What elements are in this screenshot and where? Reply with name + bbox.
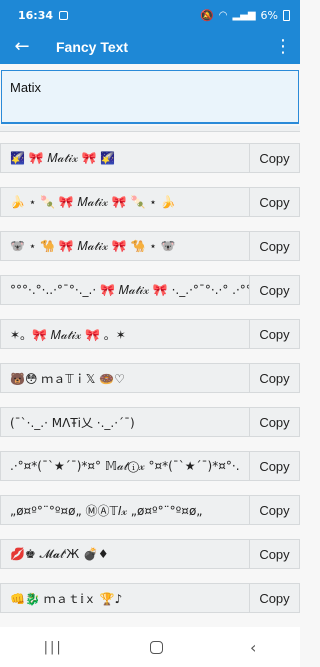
list-item: ✶。🎀 𝑀𝒶𝓉𝒾𝓍 🎀 。✶ Copy xyxy=(0,319,300,349)
list-item: (¯`·._.· MΛŦi乂 ·._.·´¯) Copy xyxy=(0,407,300,437)
list-item: 💋♚ 𝓜𝓪𝓉ⁱЖ 💣♦ Copy xyxy=(0,539,300,569)
copy-button[interactable]: Copy xyxy=(249,363,300,393)
list-item: 🌠 🎀 𝑀𝒶𝓉𝒾𝓍 🎀 🌠 Copy xyxy=(0,143,300,173)
text-input[interactable]: Matix xyxy=(1,70,299,124)
wifi-icon: ◠ xyxy=(218,9,228,21)
navigation-bar: ||| ‹ xyxy=(0,627,300,667)
page-title: Fancy Text xyxy=(56,39,129,55)
copy-button[interactable]: Copy xyxy=(249,319,300,349)
fancy-text-value: 💋♚ 𝓜𝓪𝓉ⁱЖ 💣♦ xyxy=(0,539,249,569)
more-vert-icon[interactable]: ⋮ xyxy=(266,30,300,64)
status-bar: 16:34 🔕 ◠ ▂▄▆ 6% xyxy=(0,0,300,30)
fancy-text-value: ✶。🎀 𝑀𝒶𝓉𝒾𝓍 🎀 。✶ xyxy=(0,319,249,349)
status-icons: 🔕 ◠ ▂▄▆ 6% xyxy=(200,9,290,22)
home-icon[interactable] xyxy=(149,640,163,654)
mute-icon: 🔕 xyxy=(200,8,214,22)
fancy-text-value: °°°·.°·..·°¯°·._.· 🎀 𝑀𝒶𝓉𝒾𝓍 🎀 ·._.·°¯°·.·… xyxy=(0,275,249,305)
status-time: 16:34 xyxy=(18,8,54,22)
fancy-text-value: (¯`·._.· MΛŦi乂 ·._.·´¯) xyxy=(0,407,249,437)
fancy-text-value: 👊🐉 ｍａｔ𝕚ｘ 🏆♪ xyxy=(0,583,249,613)
fancy-text-value: 🐨 ⋆ 🐪 🎀 𝑀𝒶𝓉𝒾𝓍 🎀 🐪 ⋆ 🐨 xyxy=(0,231,249,261)
copy-button[interactable]: Copy xyxy=(249,275,300,305)
list-item: 🐨 ⋆ 🐪 🎀 𝑀𝒶𝓉𝒾𝓍 🎀 🐪 ⋆ 🐨 Copy xyxy=(0,231,300,261)
battery-text: 6% xyxy=(260,8,278,22)
signal-icon: ▂▄▆ xyxy=(232,9,256,21)
list-item: „ø¤º°¨°º¤ø„ ⓂⒶ𝕋𝐼𝓍 „ø¤º°¨°º¤ø„ Copy xyxy=(0,495,300,525)
copy-button[interactable]: Copy xyxy=(249,143,300,173)
list-item: 👊🐉 ｍａｔ𝕚ｘ 🏆♪ Copy xyxy=(0,583,300,613)
fancy-text-value: 🐻😳 ｍａ𝕋ｉ𝕏 🍩♡ xyxy=(0,363,249,393)
copy-button[interactable]: Copy xyxy=(249,583,300,613)
app-bar: ← Fancy Text ⋮ xyxy=(0,30,300,64)
arrow-left-icon[interactable]: ← xyxy=(0,30,44,64)
list-item: °°°·.°·..·°¯°·._.· 🎀 𝑀𝒶𝓉𝒾𝓍 🎀 ·._.·°¯°·.·… xyxy=(0,275,300,305)
fancy-text-value: 🌠 🎀 𝑀𝒶𝓉𝒾𝓍 🎀 🌠 xyxy=(0,143,249,173)
copy-button[interactable]: Copy xyxy=(249,407,300,437)
recents-icon[interactable]: ||| xyxy=(44,640,63,655)
list-item: 🐻😳 ｍａ𝕋ｉ𝕏 🍩♡ Copy xyxy=(0,363,300,393)
list-item: .·°¤*(¯`★´¯)*¤° 𝕄𝒶𝓉ⓘ𝓍 °¤*(¯`★´¯)*¤°·. Cop… xyxy=(0,451,300,481)
copy-button[interactable]: Copy xyxy=(249,495,300,525)
copy-button[interactable]: Copy xyxy=(249,231,300,261)
copy-button[interactable]: Copy xyxy=(249,187,300,217)
gallery-icon xyxy=(59,10,69,20)
nav-back-icon[interactable]: ‹ xyxy=(250,638,256,657)
fancy-text-value: 🍌 ⋆ 🍡 🎀 𝑀𝒶𝓉𝒾𝓍 🎀 🍡 ⋆ 🍌 xyxy=(0,187,249,217)
fancy-text-list: 🌠 🎀 𝑀𝒶𝓉𝒾𝓍 🎀 🌠 Copy 🍌 ⋆ 🍡 🎀 𝑀𝒶𝓉𝒾𝓍 🎀 🍡 ⋆ 🍌 Co… xyxy=(0,130,300,627)
battery-icon xyxy=(283,9,290,21)
copy-button[interactable]: Copy xyxy=(249,451,300,481)
copy-button[interactable]: Copy xyxy=(249,539,300,569)
list-item: 🍌 ⋆ 🍡 🎀 𝑀𝒶𝓉𝒾𝓍 🎀 🍡 ⋆ 🍌 Copy xyxy=(0,187,300,217)
fancy-text-value: .·°¤*(¯`★´¯)*¤° 𝕄𝒶𝓉ⓘ𝓍 °¤*(¯`★´¯)*¤°·. xyxy=(0,451,249,481)
fancy-text-value: „ø¤º°¨°º¤ø„ ⓂⒶ𝕋𝐼𝓍 „ø¤º°¨°º¤ø„ xyxy=(0,495,249,525)
